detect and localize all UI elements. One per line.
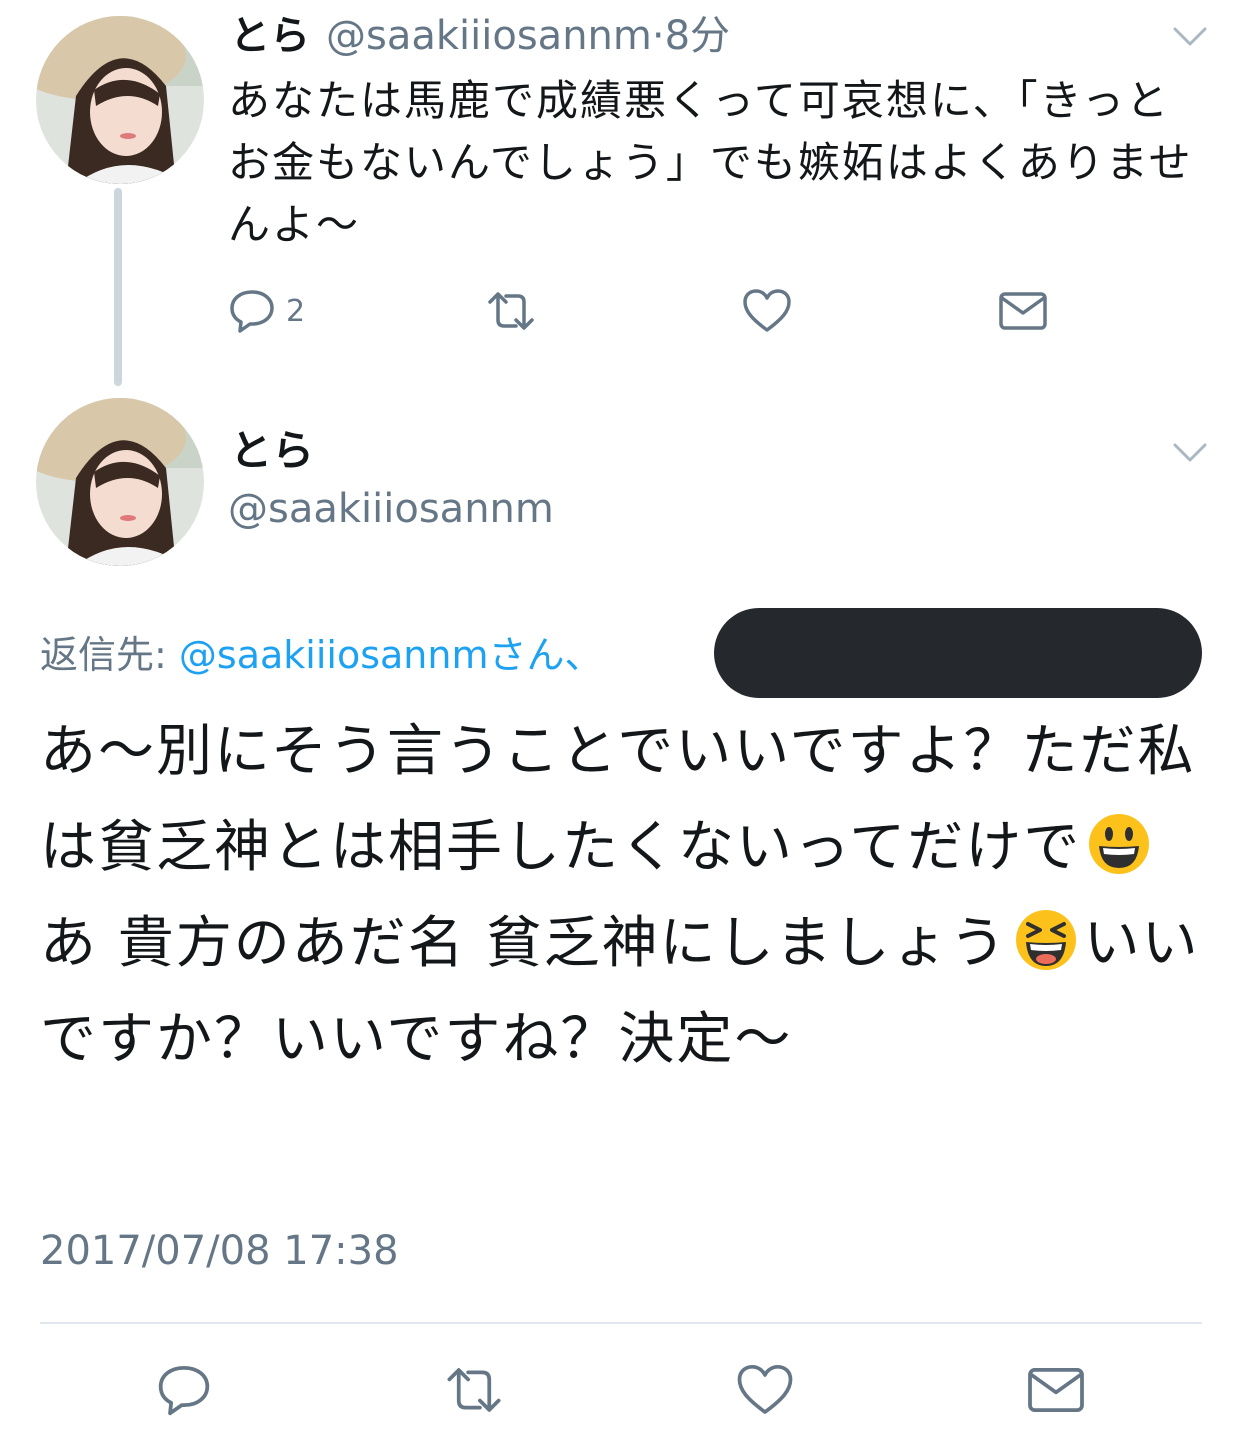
reply-icon	[228, 288, 276, 334]
retweet-icon	[442, 1363, 506, 1417]
reply-button[interactable]	[156, 1362, 212, 1418]
mail-icon	[1026, 1364, 1086, 1416]
retweet-button[interactable]	[442, 1362, 506, 1418]
retweet-button[interactable]	[484, 286, 538, 336]
mail-icon	[998, 289, 1048, 333]
redaction-bar	[714, 608, 1202, 698]
like-button[interactable]	[742, 286, 792, 336]
tweet-text-part: あ 貴方のあだ名 貧乏神にしましょう	[40, 911, 1008, 976]
tweet-text-part: あ〜別にそう言うことでいいですよ？ただ私は貧乏神とは相手したくないってだけで	[40, 719, 1196, 880]
tweet-header: とら @saakiiiosannm·8分	[230, 10, 730, 62]
tweet-text: あ〜別にそう言うことでいいですよ？ただ私は貧乏神とは相手したくないってだけで あ…	[40, 704, 1210, 1088]
reply-count: 2	[286, 293, 306, 329]
user-handle[interactable]: @saakiiiosannm	[228, 482, 554, 536]
heart-icon	[736, 1363, 794, 1417]
display-name[interactable]: とら	[230, 424, 314, 478]
reply-to-line: 返信先: @saakiiiosannmさん、	[40, 628, 602, 682]
retweet-icon	[484, 288, 538, 334]
reply-button[interactable]: 2	[228, 286, 305, 336]
tweet-time[interactable]: 8分	[665, 13, 730, 59]
user-handle[interactable]: @saakiiiosannm	[326, 13, 652, 59]
chevron-down-icon[interactable]	[1172, 26, 1208, 48]
reply-icon	[156, 1363, 212, 1417]
dm-button[interactable]	[998, 286, 1048, 336]
reply-to-mention[interactable]: @saakiiiosannmさん、	[179, 633, 603, 677]
tweet-text: あなたは馬鹿で成績悪くって可哀想に、「きっとお金もないんでしょう」でも嫉妬はよく…	[228, 76, 1193, 249]
display-name[interactable]: とら	[230, 13, 310, 59]
separator-dot: ·	[651, 13, 665, 59]
tweet-timestamp: 2017/07/08 17:38	[40, 1228, 399, 1274]
reply-to-label: 返信先:	[40, 633, 179, 677]
divider	[40, 1322, 1202, 1324]
dm-button[interactable]	[1026, 1362, 1086, 1418]
like-button[interactable]	[736, 1362, 794, 1418]
thread-connector-line	[114, 188, 122, 386]
avatar[interactable]	[36, 398, 204, 566]
laughing-face-emoji	[1014, 906, 1078, 970]
chevron-down-icon[interactable]	[1172, 442, 1208, 464]
heart-icon	[742, 288, 792, 334]
avatar[interactable]	[36, 16, 204, 184]
grinning-face-emoji	[1087, 810, 1151, 874]
